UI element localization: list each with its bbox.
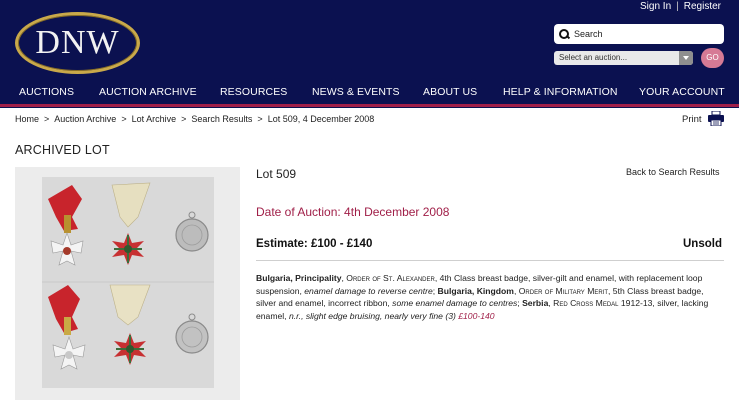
nav-auctions[interactable]: AUCTIONS: [19, 86, 74, 98]
search-box[interactable]: [554, 24, 724, 44]
estimate: Estimate: £100 - £140: [256, 238, 373, 250]
go-button[interactable]: GO: [701, 48, 724, 68]
nav-help-information[interactable]: HELP & INFORMATION: [503, 86, 618, 98]
desc-country-1: Bulgaria, Principality: [256, 273, 342, 283]
breadcrumb-lot-archive[interactable]: Lot Archive: [132, 114, 177, 124]
nav-auction-archive[interactable]: AUCTION ARCHIVE: [99, 86, 197, 98]
lot-number: Lot 509: [256, 167, 297, 181]
desc-order-3: Red Cross Medal: [553, 298, 619, 309]
dnw-logo[interactable]: DNW: [15, 12, 140, 74]
main-nav: AUCTIONS AUCTION ARCHIVE RESOURCES NEWS …: [0, 86, 739, 102]
chevron-down-icon[interactable]: [679, 51, 693, 65]
lot-photo[interactable]: [42, 177, 214, 388]
desc-condition-2: some enamel damage to centres: [392, 298, 518, 309]
status-badge: Unsold: [683, 238, 722, 250]
page-title: ARCHIVED LOT: [15, 143, 110, 157]
register-link[interactable]: Register: [684, 1, 721, 12]
auction-select[interactable]: Select an auction...: [554, 51, 693, 65]
account-links: Sign In | Register: [640, 1, 721, 12]
nav-about-us[interactable]: ABOUT US: [423, 86, 477, 98]
breadcrumb-separator: >: [121, 114, 127, 124]
breadcrumb: Home > Auction Archive > Lot Archive > Search …: [15, 114, 374, 124]
site-header: DNW Sign In | Register Select an auction..…: [0, 0, 739, 108]
breadcrumb-home[interactable]: Home: [15, 114, 39, 124]
desc-order-1: Order of St. Alexander: [346, 273, 435, 283]
breadcrumb-auction-archive[interactable]: Auction Archive: [54, 114, 116, 124]
link-separator: |: [676, 1, 679, 12]
logo-text: DNW: [35, 24, 120, 61]
nav-news-events[interactable]: NEWS & EVENTS: [312, 86, 400, 98]
lot-description: Bulgaria, Principality, Order of St. Ale…: [256, 273, 709, 321]
auction-date: Date of Auction: 4th December 2008: [256, 205, 450, 219]
back-to-search-results-link[interactable]: Back to Search Results: [626, 167, 720, 177]
nav-accent-bar: [0, 104, 739, 107]
desc-condition-1: enamel damage to reverse centre: [304, 285, 433, 296]
desc-country-2: Bulgaria, Kingdom: [437, 285, 514, 296]
breadcrumb-separator: >: [181, 114, 187, 124]
divider: [256, 260, 724, 261]
sign-in-link[interactable]: Sign In: [640, 1, 671, 12]
search-input[interactable]: [574, 29, 714, 39]
print-link[interactable]: Print: [682, 114, 702, 125]
nav-resources[interactable]: RESOURCES: [220, 86, 287, 98]
breadcrumb-current: Lot 509, 4 December 2008: [267, 114, 375, 124]
breadcrumb-separator: >: [44, 114, 50, 124]
nav-your-account[interactable]: YOUR ACCOUNT: [639, 86, 725, 98]
desc-estimate: £100-140: [458, 310, 495, 321]
breadcrumb-separator: >: [257, 114, 263, 124]
printer-icon[interactable]: [708, 111, 724, 126]
breadcrumb-search-results[interactable]: Search Results: [191, 114, 252, 124]
desc-order-2: Order of Military Merit: [518, 285, 609, 296]
auction-select-value: Select an auction...: [559, 53, 628, 62]
search-icon: [559, 28, 570, 40]
desc-country-3: Serbia: [522, 298, 549, 309]
desc-condition-3: n.r., slight edge bruising, nearly very …: [288, 310, 456, 321]
